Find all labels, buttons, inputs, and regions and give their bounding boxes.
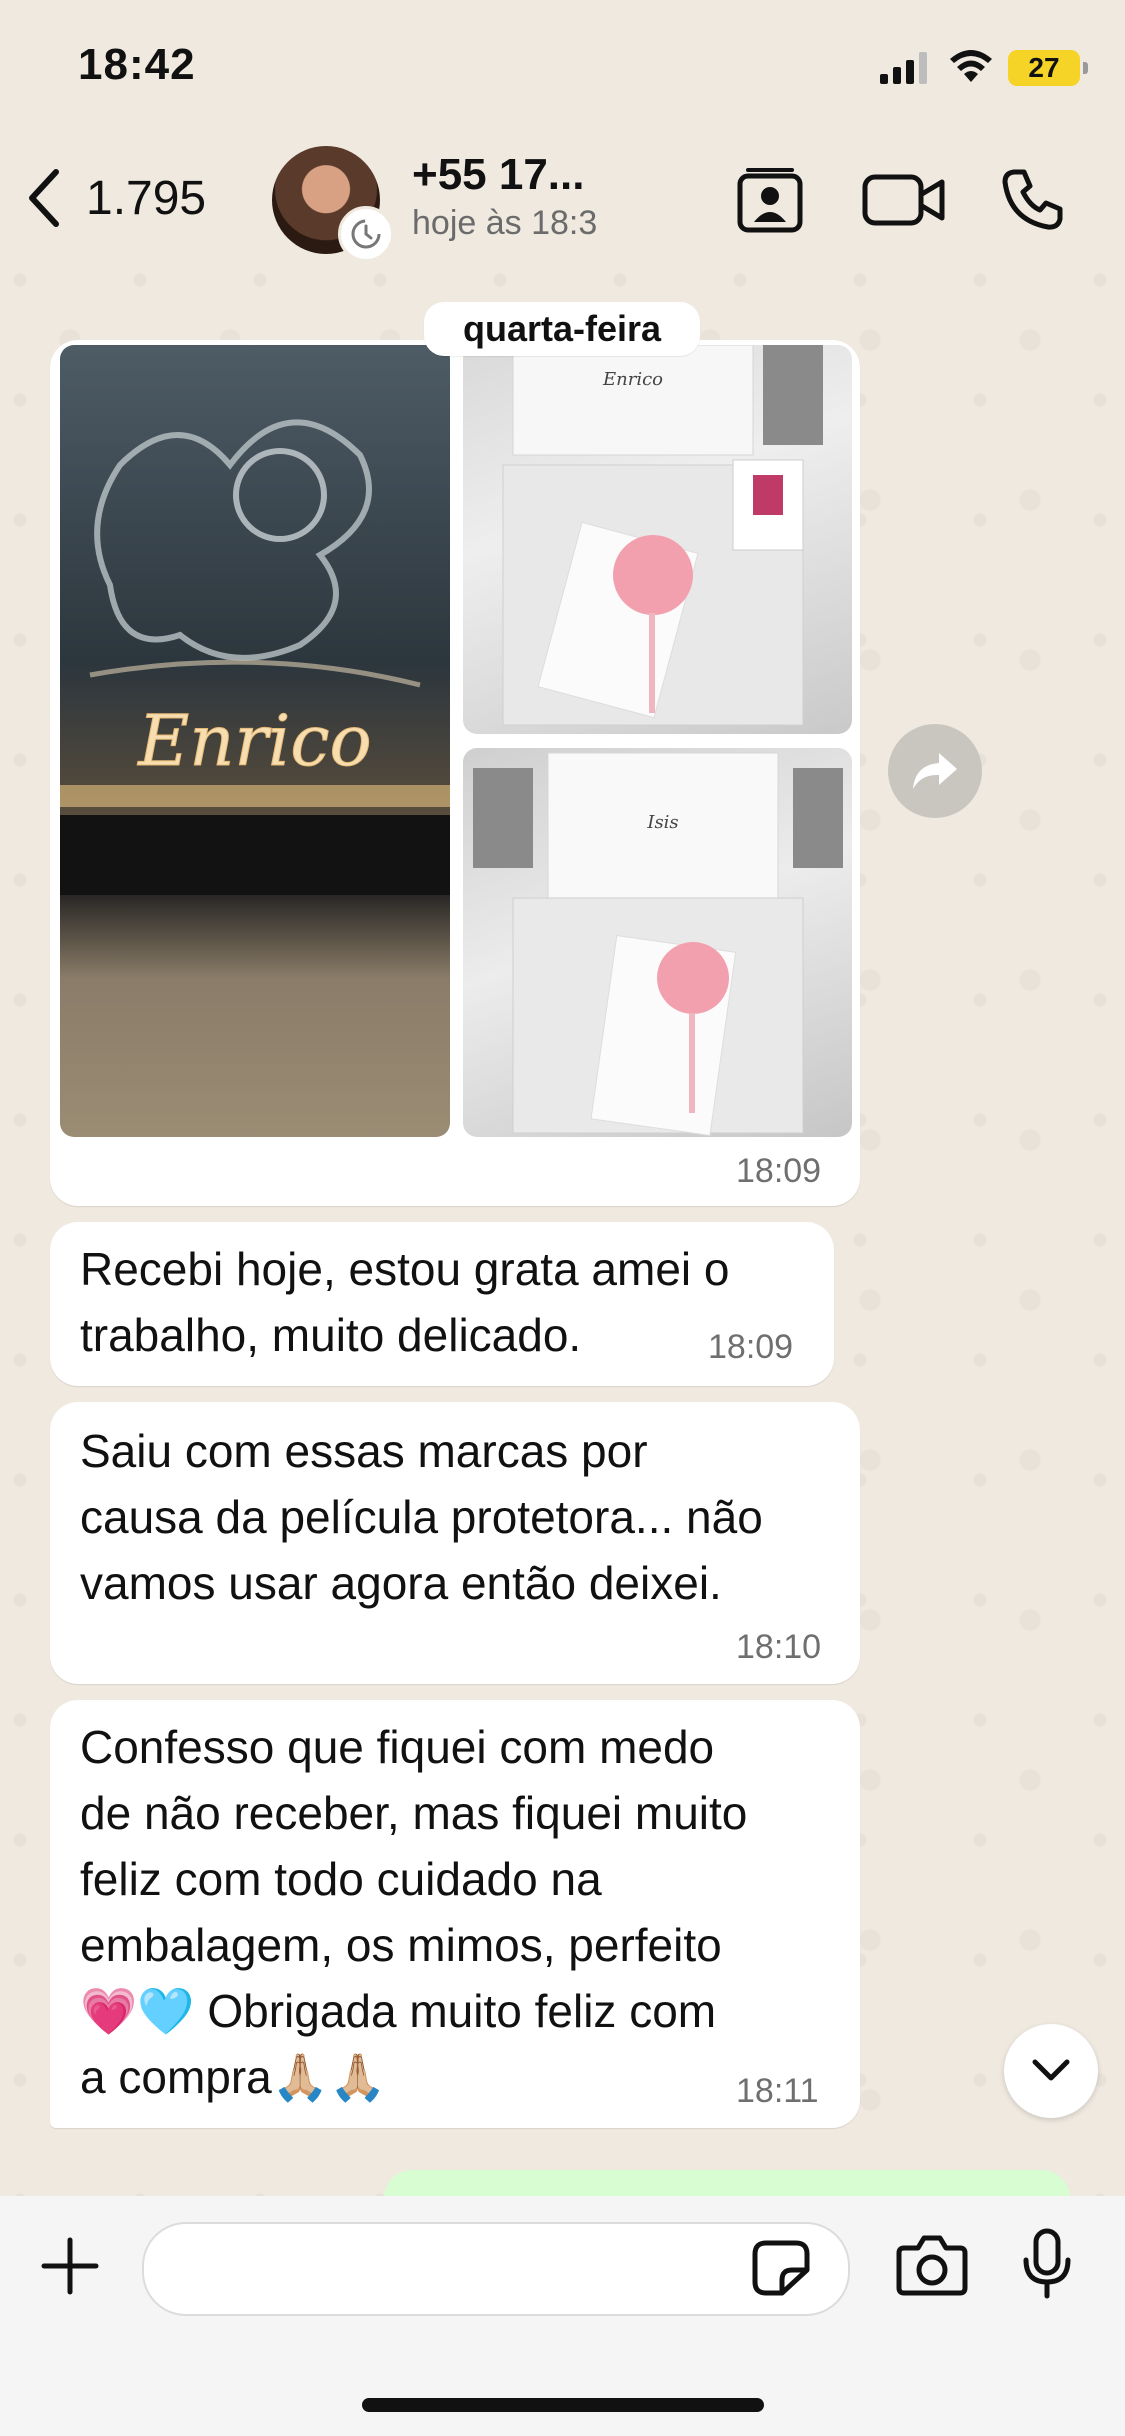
chevron-down-icon xyxy=(1032,2059,1070,2081)
home-indicator[interactable] xyxy=(362,2398,764,2412)
wifi-icon xyxy=(950,50,992,82)
message-bubble[interactable]: Saiu com essas marcas por causa da pelíc… xyxy=(50,1402,860,1684)
message-line: 💗🩵 Obrigada muito feliz com xyxy=(80,1985,717,2037)
message-line: a compra🙏🏼🙏🏼 xyxy=(80,2051,387,2103)
packaging-illustration: Enrico xyxy=(502,345,823,726)
chat-header: 1.795 +55 17... hoje às 18:3 xyxy=(0,130,1125,265)
scroll-to-bottom-button[interactable] xyxy=(1004,2024,1098,2118)
night-light-illustration: Enrico xyxy=(60,419,450,895)
media-album[interactable]: Enrico Enrico Isis 18:09 xyxy=(50,340,860,1206)
disappearing-timer-icon xyxy=(338,206,394,262)
photo-night-light[interactable]: Enrico xyxy=(60,345,450,1137)
date-separator: quarta-feira xyxy=(424,302,700,356)
message-timestamp: 18:11 xyxy=(736,2072,819,2110)
contact-card-icon[interactable] xyxy=(734,164,806,236)
forward-button[interactable] xyxy=(888,724,982,818)
photo1-label: Enrico xyxy=(136,700,371,782)
message-line: Confesso que fiquei com medo xyxy=(80,1721,715,1773)
message-line: feliz com todo cuidado na xyxy=(80,1853,602,1905)
back-button[interactable]: 1.795 xyxy=(22,166,206,230)
forward-arrow-icon xyxy=(913,753,957,789)
message-bubble[interactable]: Confesso que fiquei com medo de não rece… xyxy=(50,1700,860,2128)
packaging-illustration: Isis xyxy=(473,752,843,1137)
message-line: trabalho, muito delicado. xyxy=(80,1309,582,1361)
message-line: de não receber, mas fiquei muito xyxy=(80,1787,748,1839)
media-timestamp: 18:09 xyxy=(736,1152,822,1190)
chevron-left-icon xyxy=(29,169,59,227)
microphone-icon[interactable] xyxy=(1022,2228,1072,2300)
cellular-signal-icon xyxy=(880,52,927,84)
message-timestamp: 18:09 xyxy=(708,1328,794,1366)
message-line: Recebi hoje, estou grata amei o xyxy=(80,1243,730,1295)
battery-level: 27 xyxy=(1028,52,1060,83)
sticker-icon[interactable] xyxy=(752,2240,810,2296)
plus-icon[interactable] xyxy=(40,2236,100,2296)
video-call-icon[interactable] xyxy=(862,172,946,228)
date-label: quarta-feira xyxy=(462,308,662,349)
phone-call-icon[interactable] xyxy=(1000,166,1066,232)
photo2-label: Enrico xyxy=(602,369,663,390)
message-line: embalagem, os mimos, perfeito xyxy=(80,1919,722,1971)
photo3-label: Isis xyxy=(646,812,678,833)
message-bubble[interactable]: Recebi hoje, estou grata amei o trabalho… xyxy=(50,1222,834,1386)
photo-packaging-enrico[interactable]: Enrico xyxy=(463,345,852,734)
last-seen-status: hoje às 18:3 xyxy=(412,204,598,242)
contact-name[interactable]: +55 17... xyxy=(412,150,612,200)
message-line: vamos usar agora então deixei. xyxy=(80,1557,722,1609)
status-time: 18:42 xyxy=(78,40,196,89)
message-input[interactable] xyxy=(142,2222,850,2316)
message-line: causa da película protetora... não xyxy=(80,1491,763,1543)
unread-count: 1.795 xyxy=(86,171,207,225)
battery-indicator: 27 xyxy=(1008,50,1088,86)
status-bar: 18:42 27 xyxy=(0,0,1125,130)
message-line: Saiu com essas marcas por xyxy=(80,1425,648,1477)
camera-icon[interactable] xyxy=(896,2234,968,2296)
message-timestamp: 18:10 xyxy=(736,1628,822,1666)
photo-packaging-isis[interactable]: Isis xyxy=(463,748,852,1137)
